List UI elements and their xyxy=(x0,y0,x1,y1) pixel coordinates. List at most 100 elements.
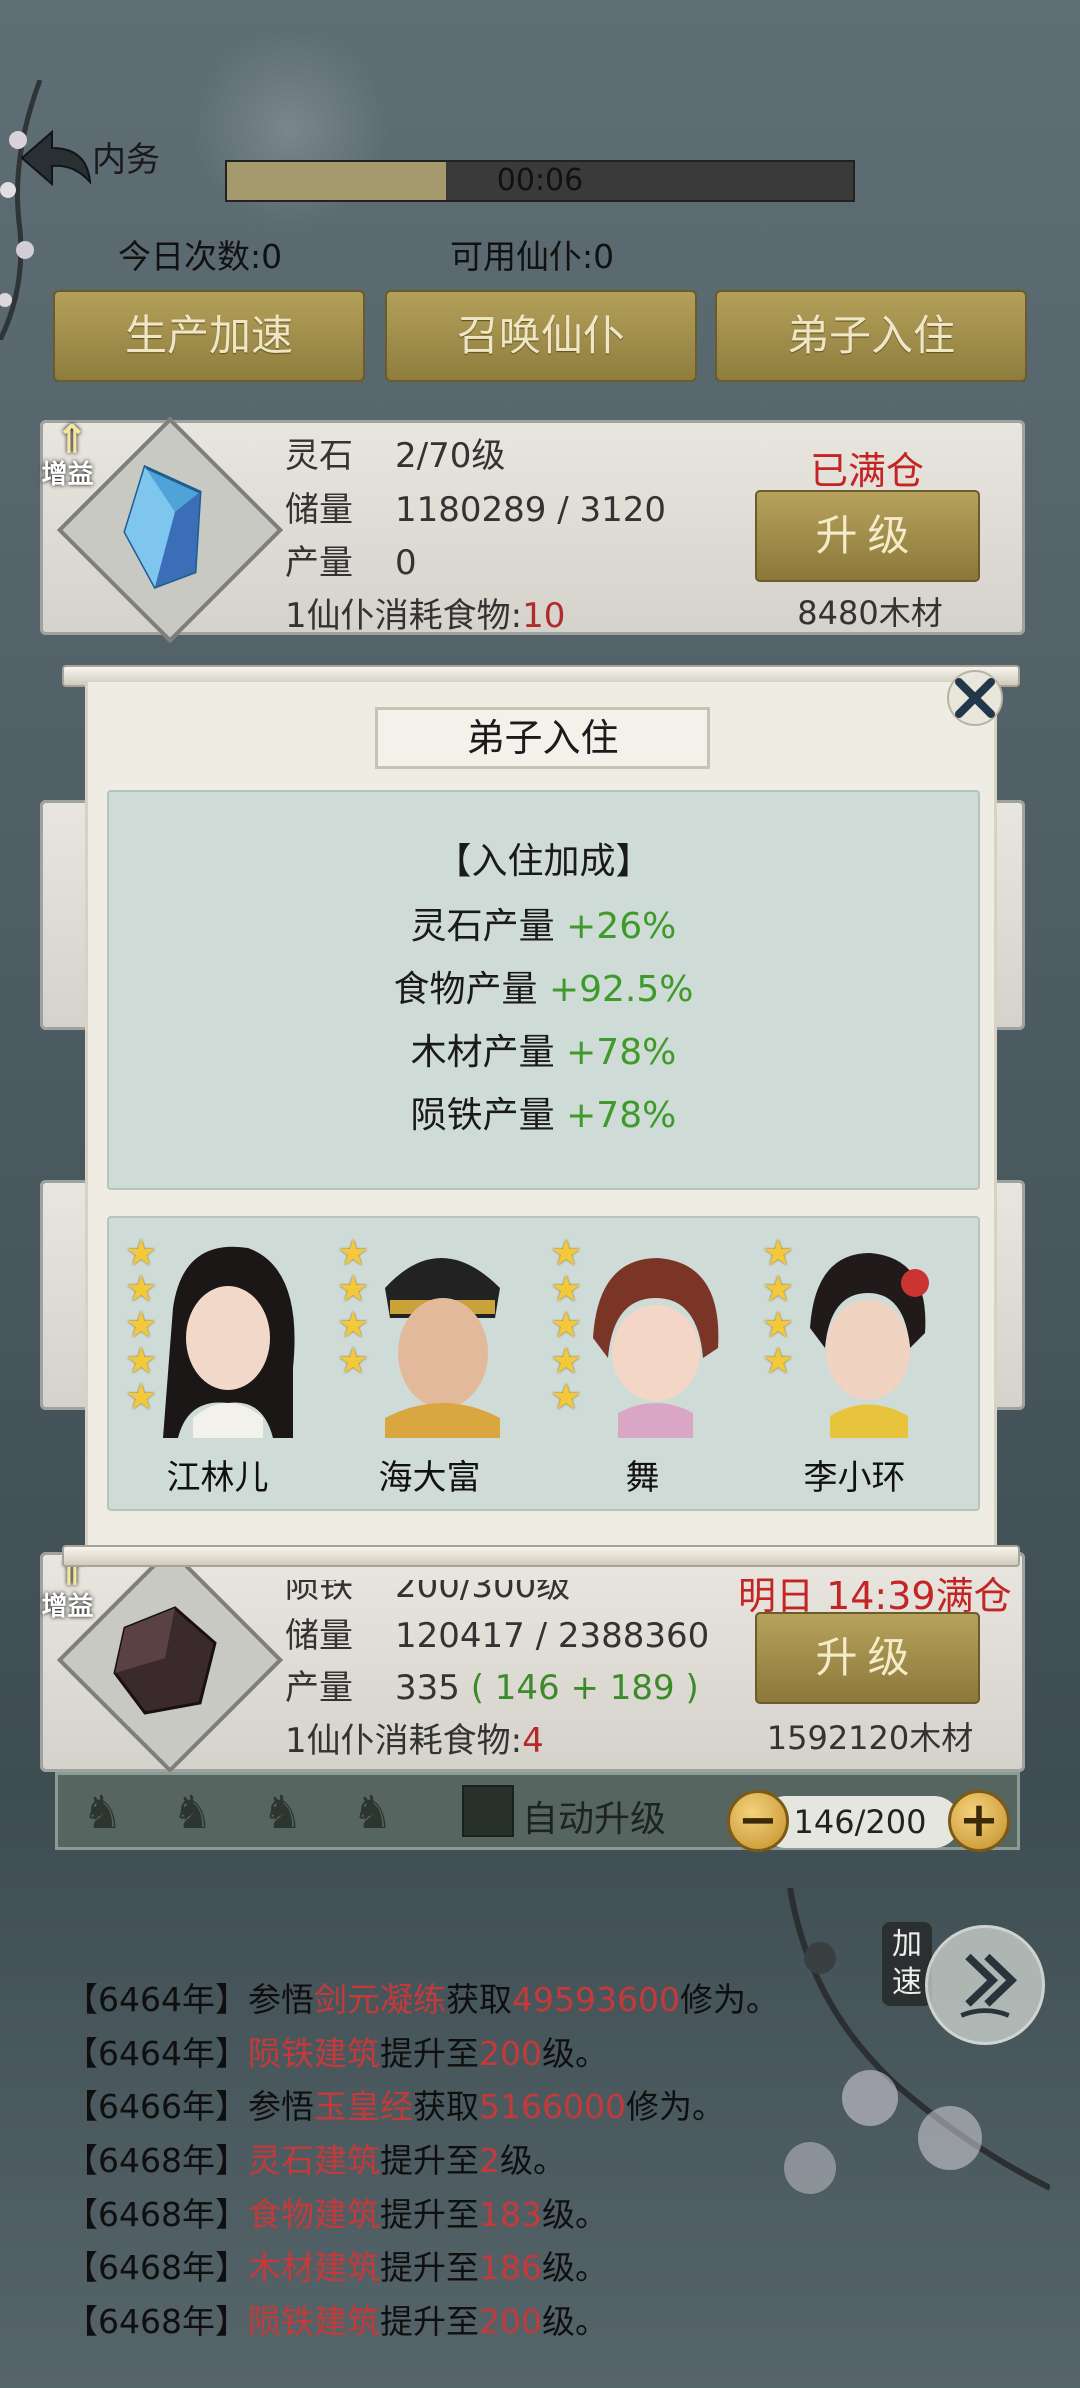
star-icon: ★ xyxy=(125,1377,158,1418)
disciple-name: 江林儿 xyxy=(166,1458,269,1498)
bonus-label: 食物产量 xyxy=(393,969,549,1010)
star-icon: ★ xyxy=(762,1233,795,1274)
bonus-value: +78% xyxy=(566,1032,677,1073)
speed-up-button[interactable] xyxy=(925,1925,1045,2045)
meteor-iron-ore-icon xyxy=(113,1606,217,1715)
decrease-servant-button[interactable]: − xyxy=(727,1790,789,1852)
output-value: 0 xyxy=(395,543,417,583)
storage-label: 储量 xyxy=(285,490,353,530)
log-pre: 【6468年】 xyxy=(65,2141,248,2180)
bonus-label: 陨铁产量 xyxy=(410,1095,567,1136)
star-rating: ★ ★ ★ ★ xyxy=(762,1236,800,1380)
log-pre: 【6468年】 xyxy=(65,2302,248,2341)
storage-status: 已满仓 xyxy=(810,449,925,493)
star-icon: ★ xyxy=(762,1341,795,1382)
log-hl: 剑元凝练 xyxy=(313,1980,446,2019)
bonus-meteor-iron: 陨铁产量 +78% xyxy=(107,1086,980,1138)
log-pre: 【6464年】参悟 xyxy=(65,1980,314,2019)
star-icon: ★ xyxy=(337,1341,370,1382)
speed-production-button[interactable]: 生产加速 xyxy=(53,290,365,382)
star-icon: ★ xyxy=(762,1269,795,1310)
disciple-portrait xyxy=(163,1246,295,1438)
auto-upgrade-checkbox[interactable] xyxy=(462,1785,514,1837)
speed-up-label: 加速 xyxy=(882,1922,932,2006)
star-rating: ★ ★ ★ ★ xyxy=(337,1236,375,1380)
output-value: 335 xyxy=(395,1668,460,1708)
consume-label: 1仙仆消耗食物: xyxy=(285,596,523,636)
modal-title-plate: 弟子入住 xyxy=(375,707,710,769)
upgrade-button[interactable]: 升级 xyxy=(755,490,980,582)
log-num: 49593600 xyxy=(511,1980,680,2019)
log-mid: 提升至 xyxy=(379,2141,479,2180)
log-hl: 木材建筑 xyxy=(247,2248,380,2287)
log-pre: 【6464年】 xyxy=(65,2034,248,2073)
servant-count: 146/200 xyxy=(760,1796,960,1848)
disciple-portrait xyxy=(385,1258,500,1438)
log-hl: 玉皇经 xyxy=(313,2087,413,2126)
star-icon: ★ xyxy=(550,1341,583,1382)
log-post: 级。 xyxy=(541,2248,608,2287)
log-num: 183 xyxy=(478,2195,542,2234)
log-hl: 食物建筑 xyxy=(247,2195,380,2234)
output-label: 产量 xyxy=(285,1668,353,1708)
storage-value: 1180289 / 3120 xyxy=(395,490,667,530)
output-detail: ( 146 + 189 ) xyxy=(470,1668,699,1708)
log-post: 级。 xyxy=(541,2034,608,2073)
spirit-stone-crystal-icon xyxy=(123,464,202,589)
summon-servant-button[interactable]: 召唤仙仆 xyxy=(385,290,697,382)
disciple-card[interactable]: ★ ★ ★ ★ ★ 舞 xyxy=(550,1228,735,1498)
disciple-card[interactable]: ★ ★ ★ ★ ★ 江林儿 xyxy=(125,1228,310,1498)
servant-silhouette-icon: ♞ xyxy=(171,1785,214,1839)
consume-label: 1仙仆消耗食物: xyxy=(285,1721,523,1761)
log-entry: 【6468年】木材建筑提升至186级。 xyxy=(65,2241,608,2289)
log-hl: 陨铁建筑 xyxy=(247,2302,380,2341)
servant-silhouette-icon: ♞ xyxy=(351,1785,394,1839)
timer-progress-bar: 00:06 xyxy=(225,160,855,202)
back-arrow-icon[interactable] xyxy=(12,122,92,192)
disciple-card[interactable]: ★ ★ ★ ★ 李小环 xyxy=(762,1228,947,1498)
log-mid: 提升至 xyxy=(379,2302,479,2341)
log-num: 5166000 xyxy=(478,2087,626,2126)
page-title: 内务 xyxy=(92,140,160,180)
buff-badge-label: 增益 xyxy=(41,1592,94,1622)
log-mid: 提升至 xyxy=(379,2248,479,2287)
star-icon: ★ xyxy=(550,1305,583,1346)
log-mid: 获取 xyxy=(412,2087,479,2126)
bonus-label: 木材产量 xyxy=(410,1032,567,1073)
servant-silhouette-icon: ♞ xyxy=(261,1785,304,1839)
consume-value: 4 xyxy=(522,1721,544,1761)
log-mid: 获取 xyxy=(445,1980,512,2019)
upgrade-button[interactable]: 升级 xyxy=(755,1612,980,1704)
star-rating: ★ ★ ★ ★ ★ xyxy=(125,1236,163,1416)
log-hl: 陨铁建筑 xyxy=(247,2034,380,2073)
star-icon: ★ xyxy=(550,1269,583,1310)
building-level: 2/70级 xyxy=(395,436,506,476)
star-icon: ★ xyxy=(125,1233,158,1274)
bonus-food: 食物产量 +92.5% xyxy=(107,960,980,1012)
storage-value: 120417 / 2388360 xyxy=(395,1616,710,1656)
log-mid: 提升至 xyxy=(379,2034,479,2073)
log-num: 186 xyxy=(478,2248,542,2287)
star-icon: ★ xyxy=(337,1269,370,1310)
log-num: 200 xyxy=(478,2302,542,2341)
consume-value: 10 xyxy=(522,596,566,636)
buff-badge-label: 增益 xyxy=(41,460,94,490)
plum-branch-decoration xyxy=(0,80,43,340)
log-num: 2 xyxy=(478,2141,500,2180)
log-post: 级。 xyxy=(541,2195,608,2234)
log-post: 级。 xyxy=(541,2302,608,2341)
buff-arrow-icon: ⇑ xyxy=(55,417,89,463)
disciple-residence-button[interactable]: 弟子入住 xyxy=(715,290,1027,382)
increase-servant-button[interactable]: + xyxy=(948,1790,1010,1852)
disciple-card[interactable]: ★ ★ ★ ★ 海大富 xyxy=(337,1228,522,1498)
star-rating: ★ ★ ★ ★ ★ xyxy=(550,1236,588,1416)
log-post: 修为。 xyxy=(679,1980,779,2019)
buff-badge[interactable]: ⇑ 增益 xyxy=(30,420,105,495)
log-post: 级。 xyxy=(499,2141,566,2180)
upgrade-cost: 1592120木材 xyxy=(766,1719,974,1757)
log-pre: 【6468年】 xyxy=(65,2248,248,2287)
close-icon[interactable] xyxy=(945,668,1005,728)
log-entry: 【6464年】陨铁建筑提升至200级。 xyxy=(65,2027,608,2075)
timer-text: 00:06 xyxy=(496,163,584,198)
bonus-value: +78% xyxy=(566,1095,677,1136)
